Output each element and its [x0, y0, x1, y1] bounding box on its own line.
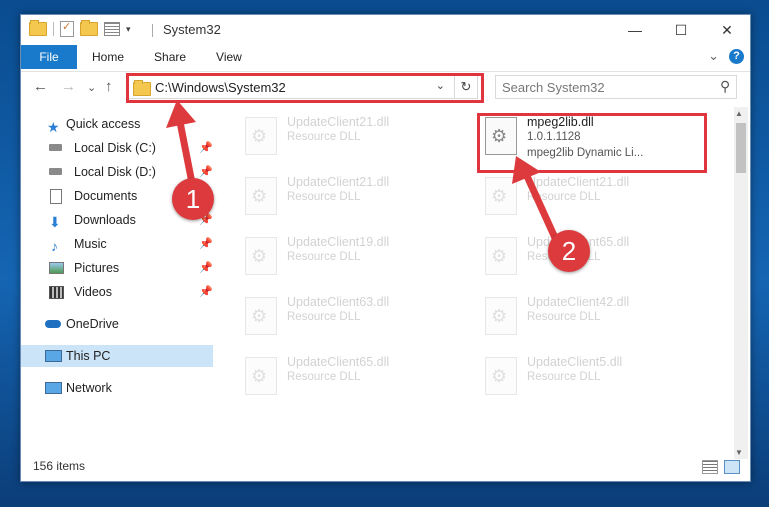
arrow-to-file — [512, 156, 560, 244]
step-2-badge: 2 — [548, 230, 590, 272]
annotation-arrows — [166, 100, 560, 244]
step-1-badge: 1 — [172, 178, 214, 220]
arrow-to-address-bar — [166, 100, 197, 192]
